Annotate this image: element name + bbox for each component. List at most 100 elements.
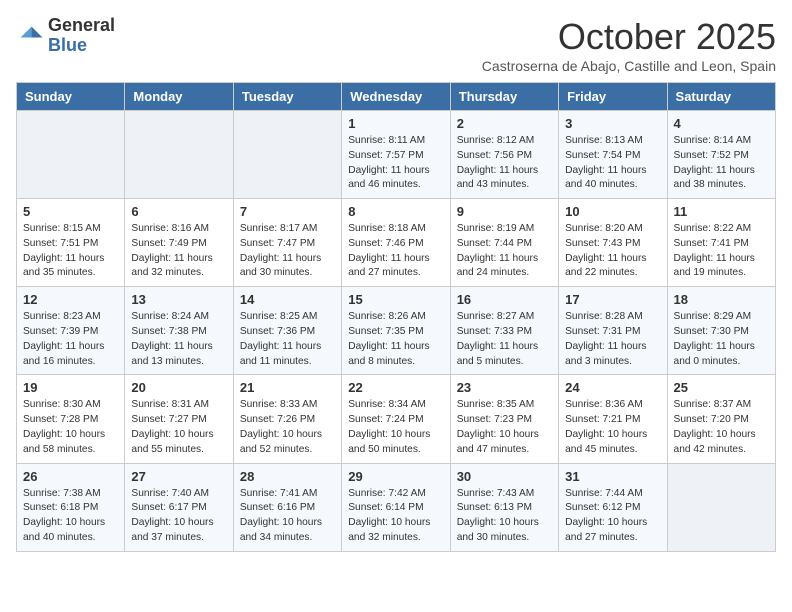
day-number: 15 <box>348 292 443 307</box>
day-number: 11 <box>674 204 769 219</box>
day-info: Sunrise: 8:17 AM Sunset: 7:47 PM Dayligh… <box>240 222 335 281</box>
day-info: Sunrise: 8:11 AM Sunset: 7:57 PM Dayligh… <box>348 134 443 193</box>
day-number: 24 <box>565 380 660 395</box>
day-number: 22 <box>348 380 443 395</box>
calendar-cell: 1 Sunrise: 8:11 AM Sunset: 7:57 PM Daylig… <box>342 111 450 199</box>
calendar-cell <box>667 463 775 551</box>
day-number: 20 <box>131 380 226 395</box>
day-info: Sunrise: 8:15 AM Sunset: 7:51 PM Dayligh… <box>23 222 118 281</box>
day-info: Sunrise: 8:19 AM Sunset: 7:44 PM Dayligh… <box>457 222 552 281</box>
calendar-cell: 16Sunrise: 8:27 AM Sunset: 7:33 PM Dayli… <box>450 287 558 375</box>
calendar-cell: 3 Sunrise: 8:13 AM Sunset: 7:54 PM Daylig… <box>559 111 667 199</box>
calendar-cell: 7 Sunrise: 8:17 AM Sunset: 7:47 PM Daylig… <box>233 199 341 287</box>
day-number: 5 <box>23 204 118 219</box>
calendar-header-row: SundayMondayTuesdayWednesdayThursdayFrid… <box>17 83 776 111</box>
calendar-week-1: 1 Sunrise: 8:11 AM Sunset: 7:57 PM Daylig… <box>17 111 776 199</box>
day-info: Sunrise: 8:28 AM Sunset: 7:31 PM Dayligh… <box>565 310 660 369</box>
calendar-cell: 31 Sunrise: 7:44 AM Sunset: 6:12 PM Dayli… <box>559 463 667 551</box>
day-info: Sunrise: 7:41 AM Sunset: 6:16 PM Dayligh… <box>240 487 335 546</box>
day-number: 6 <box>131 204 226 219</box>
calendar-cell: 14Sunrise: 8:25 AM Sunset: 7:36 PM Dayli… <box>233 287 341 375</box>
day-info: Sunrise: 7:43 AM Sunset: 6:13 PM Dayligh… <box>457 487 552 546</box>
calendar-cell: 30 Sunrise: 7:43 AM Sunset: 6:13 PM Dayli… <box>450 463 558 551</box>
day-number: 8 <box>348 204 443 219</box>
calendar-cell: 18 Sunrise: 8:29 AM Sunset: 7:30 PM Dayli… <box>667 287 775 375</box>
calendar-week-2: 5 Sunrise: 8:15 AM Sunset: 7:51 PM Daylig… <box>17 199 776 287</box>
day-info: Sunrise: 8:34 AM Sunset: 7:24 PM Dayligh… <box>348 398 443 457</box>
day-info: Sunrise: 8:23 AM Sunset: 7:39 PM Dayligh… <box>23 310 118 369</box>
day-number: 19 <box>23 380 118 395</box>
calendar-cell <box>125 111 233 199</box>
col-header-thursday: Thursday <box>450 83 558 111</box>
day-number: 4 <box>674 116 769 131</box>
col-header-tuesday: Tuesday <box>233 83 341 111</box>
day-number: 17 <box>565 292 660 307</box>
day-info: Sunrise: 8:20 AM Sunset: 7:43 PM Dayligh… <box>565 222 660 281</box>
day-info: Sunrise: 7:40 AM Sunset: 6:17 PM Dayligh… <box>131 487 226 546</box>
logo-icon <box>16 22 44 50</box>
day-number: 1 <box>348 116 443 131</box>
calendar-cell: 4 Sunrise: 8:14 AM Sunset: 7:52 PM Daylig… <box>667 111 775 199</box>
day-number: 21 <box>240 380 335 395</box>
col-header-friday: Friday <box>559 83 667 111</box>
day-number: 9 <box>457 204 552 219</box>
calendar-cell: 12 Sunrise: 8:23 AM Sunset: 7:39 PM Dayli… <box>17 287 125 375</box>
day-number: 28 <box>240 469 335 484</box>
col-header-sunday: Sunday <box>17 83 125 111</box>
day-info: Sunrise: 8:30 AM Sunset: 7:28 PM Dayligh… <box>23 398 118 457</box>
day-info: Sunrise: 7:38 AM Sunset: 6:18 PM Dayligh… <box>23 487 118 546</box>
day-info: Sunrise: 8:29 AM Sunset: 7:30 PM Dayligh… <box>674 310 769 369</box>
day-info: Sunrise: 8:33 AM Sunset: 7:26 PM Dayligh… <box>240 398 335 457</box>
day-number: 7 <box>240 204 335 219</box>
day-info: Sunrise: 8:37 AM Sunset: 7:20 PM Dayligh… <box>674 398 769 457</box>
calendar-cell: 24Sunrise: 8:36 AM Sunset: 7:21 PM Dayli… <box>559 375 667 463</box>
day-number: 25 <box>674 380 769 395</box>
calendar-cell: 6 Sunrise: 8:16 AM Sunset: 7:49 PM Daylig… <box>125 199 233 287</box>
calendar-week-4: 19 Sunrise: 8:30 AM Sunset: 7:28 PM Dayli… <box>17 375 776 463</box>
calendar-cell: 15 Sunrise: 8:26 AM Sunset: 7:35 PM Dayli… <box>342 287 450 375</box>
day-number: 30 <box>457 469 552 484</box>
calendar-cell: 27 Sunrise: 7:40 AM Sunset: 6:17 PM Dayli… <box>125 463 233 551</box>
day-number: 23 <box>457 380 552 395</box>
calendar-cell: 22 Sunrise: 8:34 AM Sunset: 7:24 PM Dayli… <box>342 375 450 463</box>
page-header: General Blue October 2025 Castroserna de… <box>16 16 776 74</box>
logo: General Blue <box>16 16 115 56</box>
day-number: 12 <box>23 292 118 307</box>
day-number: 2 <box>457 116 552 131</box>
calendar-cell: 5 Sunrise: 8:15 AM Sunset: 7:51 PM Daylig… <box>17 199 125 287</box>
calendar-cell: 29Sunrise: 7:42 AM Sunset: 6:14 PM Dayli… <box>342 463 450 551</box>
day-info: Sunrise: 8:26 AM Sunset: 7:35 PM Dayligh… <box>348 310 443 369</box>
calendar-cell: 26 Sunrise: 7:38 AM Sunset: 6:18 PM Dayli… <box>17 463 125 551</box>
day-info: Sunrise: 8:22 AM Sunset: 7:41 PM Dayligh… <box>674 222 769 281</box>
calendar-cell: 2Sunrise: 8:12 AM Sunset: 7:56 PM Daylig… <box>450 111 558 199</box>
day-number: 31 <box>565 469 660 484</box>
calendar-cell: 23 Sunrise: 8:35 AM Sunset: 7:23 PM Dayli… <box>450 375 558 463</box>
day-info: Sunrise: 8:27 AM Sunset: 7:33 PM Dayligh… <box>457 310 552 369</box>
logo-text: General Blue <box>48 16 115 56</box>
calendar-cell <box>17 111 125 199</box>
calendar-week-5: 26 Sunrise: 7:38 AM Sunset: 6:18 PM Dayli… <box>17 463 776 551</box>
day-number: 3 <box>565 116 660 131</box>
col-header-saturday: Saturday <box>667 83 775 111</box>
calendar-cell: 11 Sunrise: 8:22 AM Sunset: 7:41 PM Dayli… <box>667 199 775 287</box>
day-info: Sunrise: 8:14 AM Sunset: 7:52 PM Dayligh… <box>674 134 769 193</box>
month-title: October 2025 <box>482 16 776 58</box>
day-info: Sunrise: 8:35 AM Sunset: 7:23 PM Dayligh… <box>457 398 552 457</box>
day-number: 18 <box>674 292 769 307</box>
day-info: Sunrise: 8:24 AM Sunset: 7:38 PM Dayligh… <box>131 310 226 369</box>
calendar-cell: 19 Sunrise: 8:30 AM Sunset: 7:28 PM Dayli… <box>17 375 125 463</box>
calendar-week-3: 12 Sunrise: 8:23 AM Sunset: 7:39 PM Dayli… <box>17 287 776 375</box>
location-subtitle: Castroserna de Abajo, Castille and Leon,… <box>482 58 776 74</box>
day-info: Sunrise: 7:44 AM Sunset: 6:12 PM Dayligh… <box>565 487 660 546</box>
calendar-cell: 13Sunrise: 8:24 AM Sunset: 7:38 PM Dayli… <box>125 287 233 375</box>
col-header-monday: Monday <box>125 83 233 111</box>
day-info: Sunrise: 8:16 AM Sunset: 7:49 PM Dayligh… <box>131 222 226 281</box>
day-number: 26 <box>23 469 118 484</box>
calendar-cell: 20Sunrise: 8:31 AM Sunset: 7:27 PM Dayli… <box>125 375 233 463</box>
day-info: Sunrise: 8:13 AM Sunset: 7:54 PM Dayligh… <box>565 134 660 193</box>
day-number: 27 <box>131 469 226 484</box>
calendar-cell: 25 Sunrise: 8:37 AM Sunset: 7:20 PM Dayli… <box>667 375 775 463</box>
day-info: Sunrise: 8:18 AM Sunset: 7:46 PM Dayligh… <box>348 222 443 281</box>
calendar-table: SundayMondayTuesdayWednesdayThursdayFrid… <box>16 82 776 552</box>
day-info: Sunrise: 7:42 AM Sunset: 6:14 PM Dayligh… <box>348 487 443 546</box>
